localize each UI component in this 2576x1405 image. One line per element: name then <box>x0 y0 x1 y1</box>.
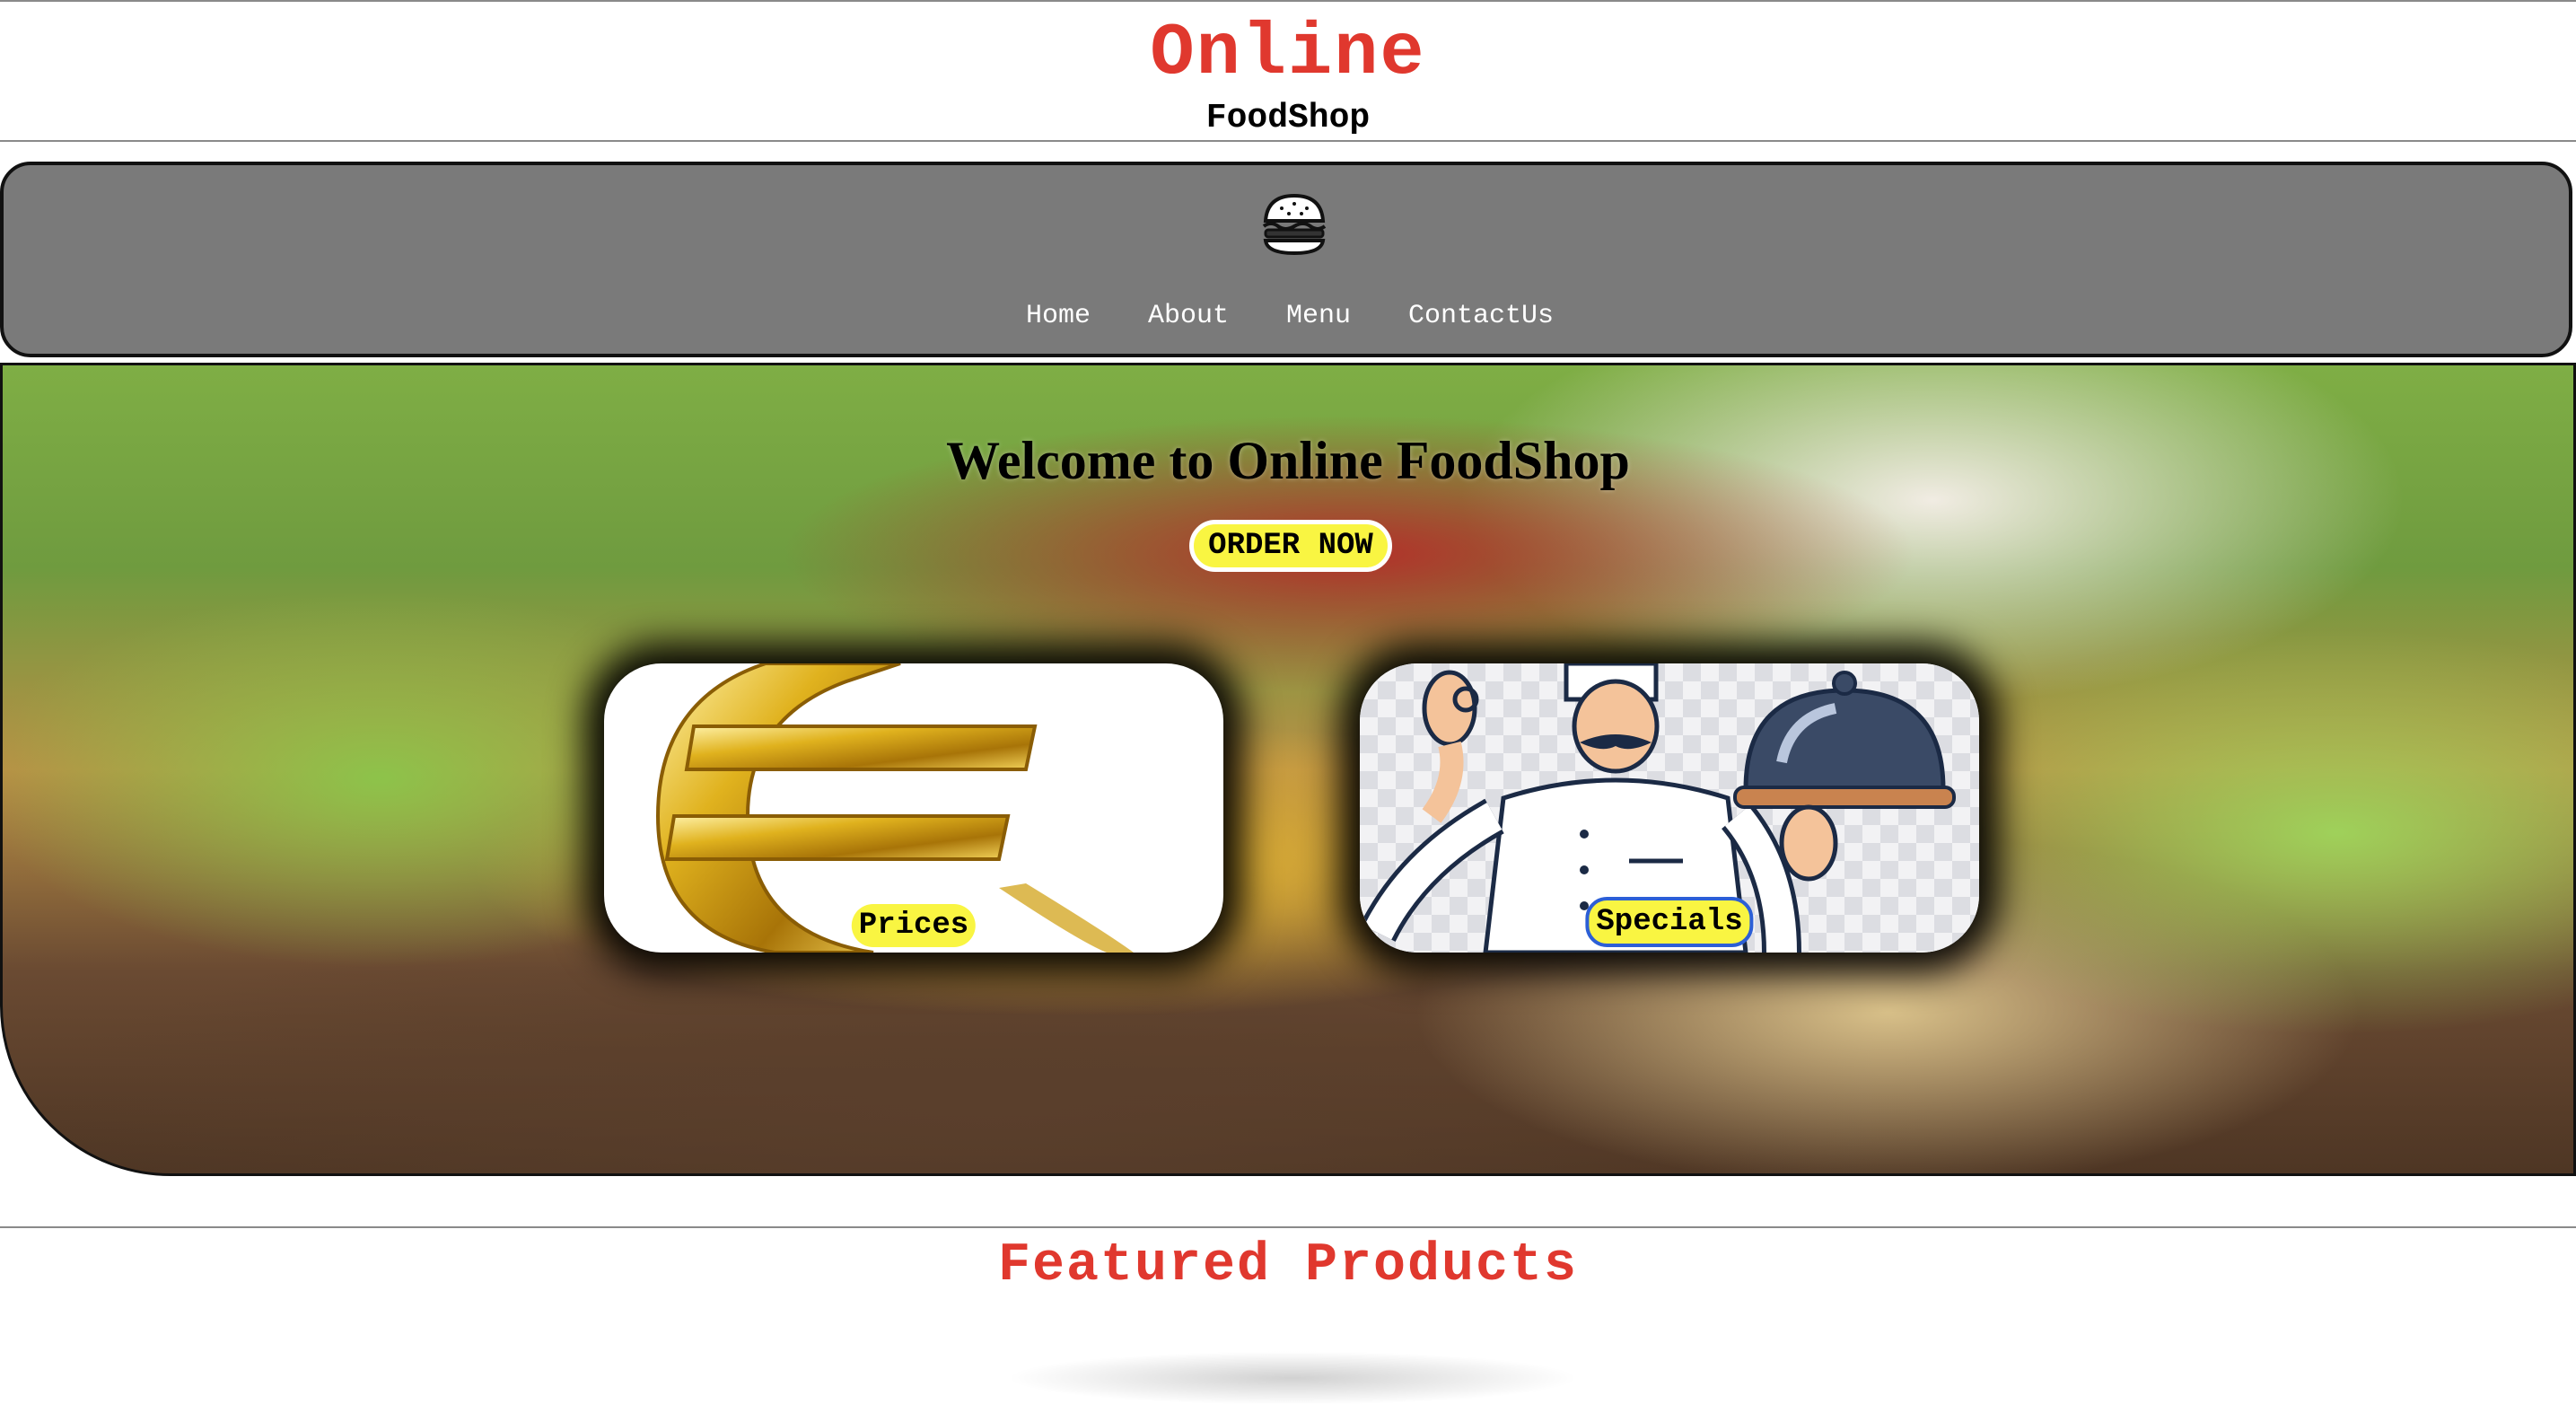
featured-product-shadow <box>1005 1351 1580 1405</box>
order-now-button[interactable]: ORDER NOW <box>1189 520 1392 572</box>
featured-products-title: Featured Products <box>997 1235 1579 1296</box>
site-subtitle: FoodShop <box>1205 99 1371 137</box>
main-navbar: Home About Menu ContactUs <box>0 162 2572 357</box>
header-divider <box>0 140 2576 142</box>
hero-section: Welcome to Online FoodShop ORDER NOW Pri… <box>0 363 2576 1176</box>
nav-link-menu[interactable]: Menu <box>1286 298 1351 334</box>
specials-card[interactable]: Specials <box>1360 663 1979 953</box>
featured-divider <box>0 1226 2576 1228</box>
burger-icon[interactable] <box>1258 189 1330 260</box>
prices-card[interactable]: Prices <box>604 663 1223 953</box>
nav-link-home[interactable]: Home <box>1026 298 1091 334</box>
site-title: Online <box>1150 12 1426 95</box>
nav-links: Home About Menu ContactUs <box>4 298 2572 334</box>
top-divider <box>0 0 2576 2</box>
nav-link-about[interactable]: About <box>1148 298 1229 334</box>
prices-label: Prices <box>851 904 977 947</box>
specials-label: Specials <box>1585 897 1754 947</box>
hero-title: Welcome to Online FoodShop <box>946 431 1630 490</box>
nav-link-contactus[interactable]: ContactUs <box>1408 298 1554 334</box>
